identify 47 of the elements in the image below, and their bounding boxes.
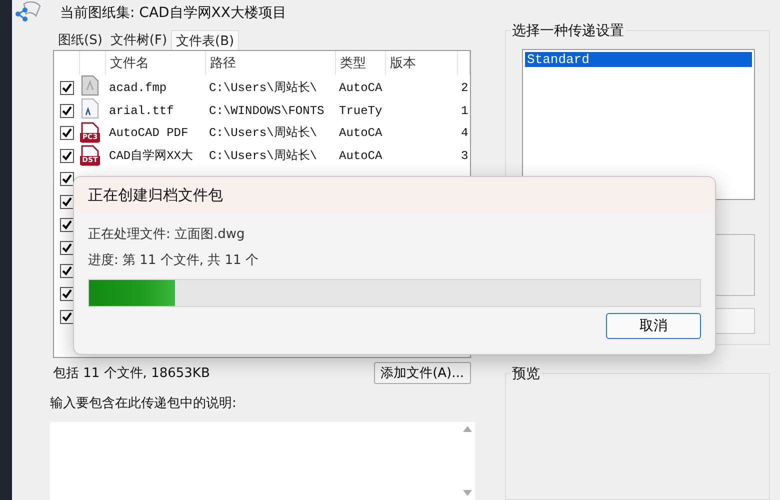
checkbox[interactable] <box>60 218 74 232</box>
table-cell-text: TrueTy <box>338 104 384 118</box>
add-file-button[interactable]: 添加文件(A)... <box>374 362 471 384</box>
table-cell-text: CAD自学网XX大 <box>108 148 194 164</box>
table-cell-text: arial.ttf <box>108 104 175 118</box>
group-title: 预览 <box>510 365 542 383</box>
tab[interactable]: 图纸(S) <box>54 30 106 50</box>
checkbox[interactable] <box>60 148 74 162</box>
tab[interactable]: 文件表(B) <box>171 30 240 50</box>
table-cell-text: 3 <box>460 148 470 162</box>
progress-text: 进度: 第 11 个文件, 共 11 个 <box>88 252 260 269</box>
file-summary: 包括 11 个文件, 18653KB <box>53 365 210 382</box>
checkbox[interactable] <box>60 264 74 278</box>
current-file-text: 正在处理文件: 立面图.dwg <box>88 226 246 243</box>
table-cell-text: 2 <box>460 80 470 94</box>
table-cell-text: C:\WINDOWS\FONTS <box>208 104 326 118</box>
tab[interactable]: 文件树(F) <box>106 30 172 50</box>
checkbox[interactable] <box>60 286 74 300</box>
checkbox[interactable] <box>60 172 74 186</box>
setup-item[interactable]: Standard <box>525 52 752 67</box>
checkbox[interactable] <box>60 310 74 324</box>
checkbox[interactable] <box>60 104 74 118</box>
table-cell-text: acad.fmp <box>108 80 168 94</box>
table-cell-text: C:\Users\周站长\ <box>208 125 318 141</box>
file-icon <box>80 75 100 96</box>
group-title: 选择一种传递设置 <box>510 22 626 40</box>
checkbox[interactable] <box>60 240 74 254</box>
table-cell-text: AutoCA <box>338 126 384 140</box>
table-cell-text: 1 <box>460 104 470 118</box>
column-header[interactable]: 路径 <box>206 51 336 75</box>
column-header[interactable]: 文件名 <box>106 51 206 75</box>
table-cell-text: AutoCA <box>338 148 384 162</box>
table-cell-text: C:\Users\周站长\ <box>208 148 318 164</box>
table-cell-text: AutoCA <box>338 80 384 94</box>
column-header[interactable]: 类型 <box>336 51 386 75</box>
dialog-title: 正在创建归档文件包 <box>88 186 223 204</box>
checkbox[interactable] <box>60 80 74 94</box>
table-cell-text: C:\Users\周站长\ <box>208 80 318 96</box>
cancel-button[interactable]: 取消 <box>606 313 701 339</box>
sheet-set-title: 当前图纸集: CAD自学网XX大楼项目 <box>60 4 286 22</box>
column-header[interactable]: 版本 <box>386 51 458 75</box>
table-cell-text: AutoCAD PDF <box>108 126 190 140</box>
checkbox[interactable] <box>60 126 74 140</box>
font-file-icon <box>80 98 100 119</box>
checkbox[interactable] <box>60 194 74 208</box>
notes-label: 输入要包含在此传递包中的说明: <box>50 395 238 412</box>
table-cell-text: 4 <box>460 126 470 140</box>
